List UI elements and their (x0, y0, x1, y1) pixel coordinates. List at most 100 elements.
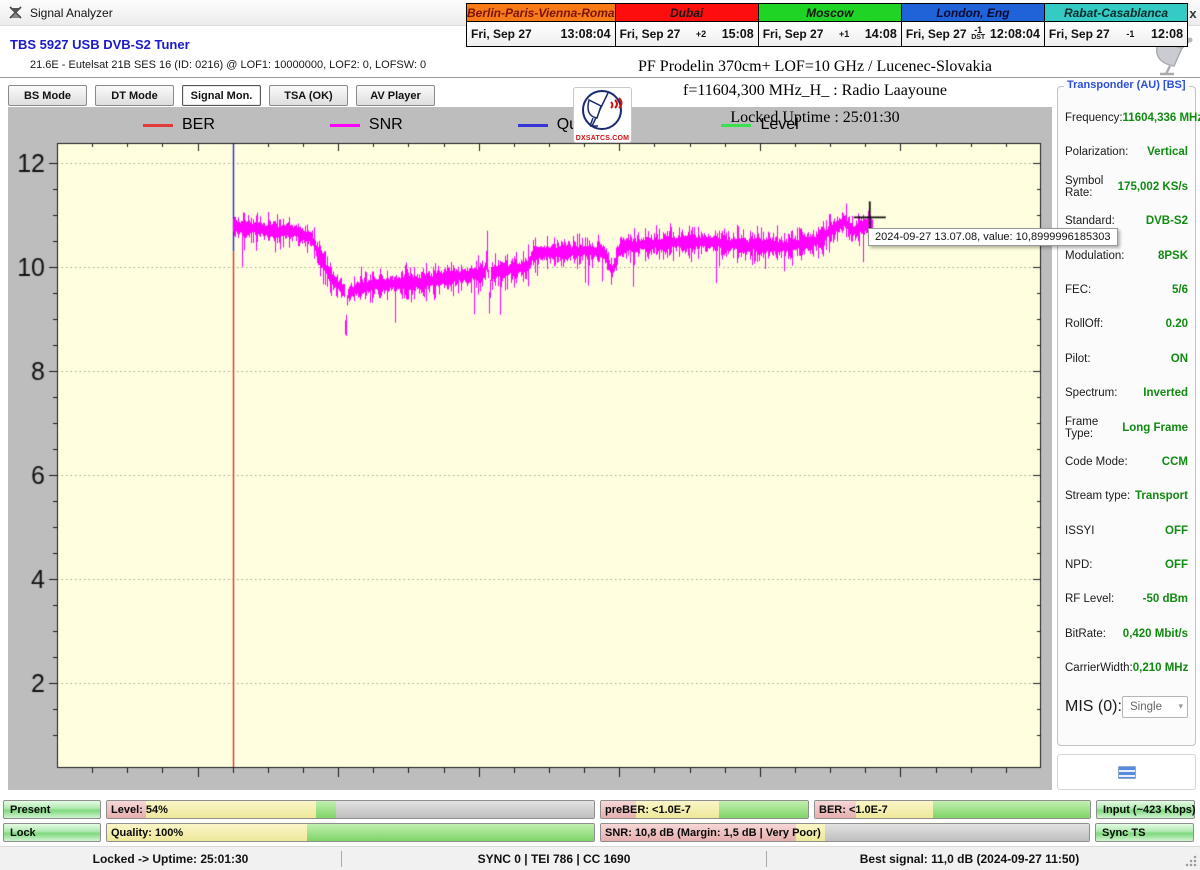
status-best-signal: Best signal: 11,0 dB (2024-09-27 11:50) (859, 851, 1080, 866)
progressbar-quality: Quality: 100% (106, 823, 595, 842)
clock-time-row: Fri, Sep 27 +1 14:08 (758, 22, 901, 46)
progressbar-snr: SNR: 10,8 dB (Margin: 1,5 dB | Very Poor… (600, 823, 1090, 842)
ts-list-button[interactable] (1057, 754, 1196, 790)
transponder-label: Pilot: (1065, 352, 1091, 365)
legend-item-level: Level (721, 116, 799, 134)
transponder-value: 0,420 Mbit/s (1122, 627, 1188, 640)
clock-time-row: Fri, Sep 27 -1 DST 12:08:04 (901, 22, 1044, 46)
transponder-label: Stream type: (1065, 490, 1131, 503)
signal-monitor-panel: Locked Uptime : 25:01:30 BERSNRQualityLe… (8, 107, 1118, 790)
transponder-label: Spectrum: (1065, 387, 1118, 400)
clock-date: Fri, Sep 27 (1048, 27, 1110, 41)
clock-utc-offset: -1 (1126, 28, 1135, 39)
bar-segment-silver (335, 801, 594, 818)
progressbar-label: Level: 54% (111, 803, 168, 816)
bar-segment-yellow (145, 801, 317, 818)
transponder-row-fec: FEC: 5/6 (1065, 283, 1188, 297)
clock-utc-offset: +2 (695, 28, 707, 39)
clock-city-label: Berlin-Paris-Vienna-Roma (467, 4, 615, 22)
legend-label: SNR (368, 116, 403, 133)
chevron-down-icon: ▾ (1178, 701, 1183, 712)
tab-signal-mon[interactable]: Signal Mon. (182, 85, 261, 106)
mis-label: MIS (0): (1065, 697, 1122, 715)
transponder-row-modulation: Modulation: 8PSK (1065, 249, 1188, 263)
transponder-label: RF Level: (1065, 593, 1115, 606)
snr-chart-canvas[interactable] (8, 107, 1052, 790)
transponder-value: 11604,336 MHz (1122, 112, 1200, 124)
tuner-subtitle: 21.6E - Eutelsat 21B SES 16 (ID: 0216) @… (30, 59, 427, 71)
app-dish-icon (9, 5, 22, 19)
transponder-value: 0,210 MHz (1132, 662, 1189, 675)
transponder-row-code-mode: Code Mode: CCM (1065, 455, 1188, 469)
transponder-value: Long Frame (1122, 421, 1188, 434)
tab-bs-mode[interactable]: BS Mode (8, 85, 87, 106)
tab-av-player[interactable]: AV Player (356, 85, 435, 106)
progressbar-label: preBER: <1.0E-7 (605, 803, 691, 816)
transponder-label: ISSYI (1065, 524, 1095, 537)
transponder-value: OFF (1165, 559, 1188, 572)
transponder-label: Frame Type: (1065, 415, 1099, 440)
clock-city-label: Moscow (758, 4, 901, 22)
transponder-label: FEC: (1065, 283, 1092, 296)
window-title: Signal Analyzer (30, 5, 113, 20)
transponder-label: RollOff: (1065, 318, 1104, 331)
cursor-tooltip: 2024-09-27 13.07.08, value: 10,899999618… (868, 228, 1118, 246)
indicator-sync-ts: Sync TS (1095, 823, 1194, 842)
transponder-value: Transport (1134, 490, 1188, 503)
clock-rabat-casablanca: Rabat-Casablanca Fri, Sep 27 -1 12:08 (1044, 4, 1188, 46)
legend-line-quality (517, 123, 548, 127)
bar-segment-green (933, 801, 1090, 818)
transponder-row-polarization: Polarization: Vertical (1065, 145, 1188, 159)
clock-time-value: 13:08:04 (560, 27, 611, 41)
frequency-header: f=11604,300 MHz_H_ : Radio Laayoune (683, 82, 947, 99)
transponder-label: CarrierWidth: (1065, 662, 1133, 675)
progressbar-preber: preBER: <1.0E-7 (600, 800, 809, 819)
bar-segment-silver (825, 824, 1089, 841)
transponder-label: NPD: (1065, 559, 1093, 572)
transponder-value: 175,002 KS/s (1117, 180, 1188, 193)
clock-date: Fri, Sep 27 (471, 27, 532, 41)
transponder-label: Standard: (1065, 215, 1115, 228)
transponder-row-stream-type: Stream type: Transport (1065, 489, 1188, 503)
site-header: PF Prodelin 370cm+ LOF=10 GHz / Lucenec-… (638, 58, 992, 75)
transponder-label: Modulation: (1065, 249, 1125, 262)
transponder-row-rolloff: RollOff: 0.20 (1065, 317, 1188, 331)
clock-time-row: Fri, Sep 27 +2 15:08 (615, 22, 758, 46)
dxsatcs-logo-text: DXSATCS.COM (575, 135, 630, 142)
clock-time-value: 12:08:04 (989, 27, 1040, 41)
mis-dropdown[interactable]: Single ▾ (1122, 695, 1188, 718)
bar-segment-green (316, 801, 336, 818)
dxsatcs-dish-graphic (582, 90, 623, 130)
tab-tsa-ok[interactable]: TSA (OK) (269, 85, 348, 106)
transponder-label: Symbol Rate: (1065, 174, 1104, 199)
transponder-value: ON (1170, 352, 1188, 365)
legend-line-level (721, 123, 752, 127)
clock-city-label: Rabat-Casablanca (1044, 4, 1188, 22)
progressbar-ber: BER: <1.0E-7 (814, 800, 1091, 819)
clock-time-row: Fri, Sep 27 -1 12:08 (1044, 22, 1188, 46)
transponder-value: Vertical (1147, 146, 1188, 159)
monitor-row-1: Present Level: 54% preBER: <1.0E-7 BER: <1.… (3, 800, 1196, 819)
dxsatcs-logo: DXSATCS.COM (573, 87, 632, 143)
tab-dt-mode[interactable]: DT Mode (95, 85, 174, 106)
chart-legend: BERSNRQualityLevel (143, 116, 799, 134)
transponder-panel-title: Transponder (AU) [BS] (1064, 79, 1189, 91)
legend-label: Level (760, 116, 799, 133)
close-button[interactable]: x (1186, 6, 1200, 21)
clock-dubai: Dubai Fri, Sep 27 +2 15:08 (615, 4, 759, 46)
resize-grip[interactable] (1185, 855, 1197, 867)
tab-bar: BS Mode DT Mode Signal Mon. TSA (OK) AV Play… (8, 85, 435, 106)
transponder-label: BitRate: (1065, 627, 1106, 640)
list-icon (1117, 765, 1136, 779)
transponder-label: Code Mode: (1065, 455, 1128, 468)
transponder-row-issyi: ISSYI OFF (1065, 524, 1188, 538)
clock-date: Fri, Sep 27 (905, 27, 967, 41)
clock-london-eng: London, Eng Fri, Sep 27 -1 DST 12:08:04 (901, 4, 1045, 46)
transponder-value: 5/6 (1172, 283, 1188, 296)
transponder-row-frame-type: Frame Type: Long Frame (1065, 416, 1188, 440)
legend-line-snr (329, 123, 360, 127)
clock-utc-offset: +1 (838, 28, 850, 39)
transponder-row-symbol-rate: Symbol Rate: 175,002 KS/s (1065, 175, 1188, 199)
transponder-panel: Transponder (AU) [BS] Frequency: 11604,33… (1057, 79, 1200, 746)
legend-item-snr: SNR (329, 116, 403, 134)
